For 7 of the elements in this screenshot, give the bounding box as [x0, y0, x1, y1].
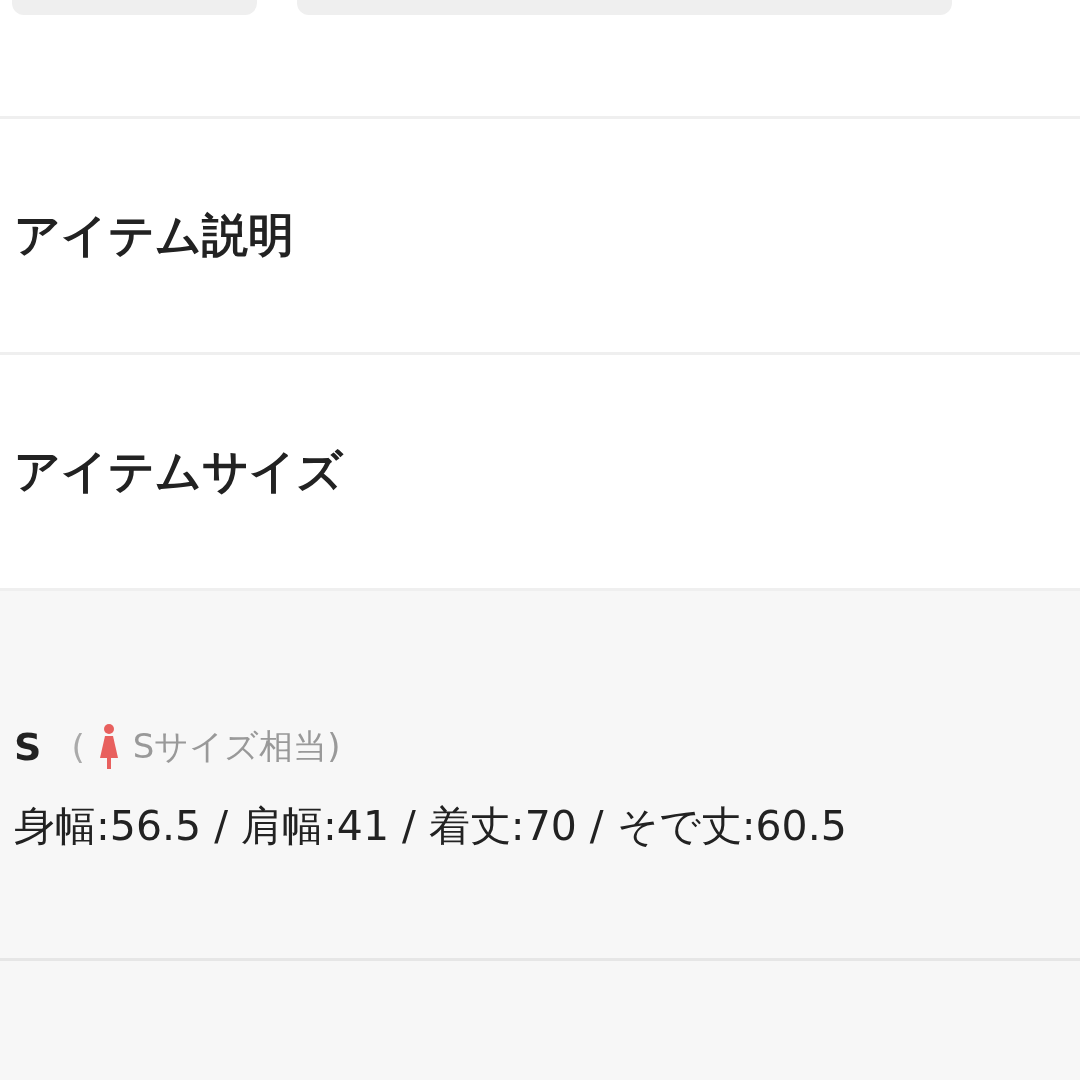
size-measurements: 身幅:56.5 / 肩幅:41 / 着丈:70 / そで丈:60.5 [14, 801, 848, 852]
size-equivalent: Sサイズ相当) [132, 725, 341, 768]
section-title: アイテム説明 [14, 206, 294, 264]
size-label: S [14, 725, 42, 769]
woman-icon [98, 723, 119, 771]
section-title: アイテムサイズ [14, 442, 343, 500]
size-paren: ( [71, 727, 85, 767]
